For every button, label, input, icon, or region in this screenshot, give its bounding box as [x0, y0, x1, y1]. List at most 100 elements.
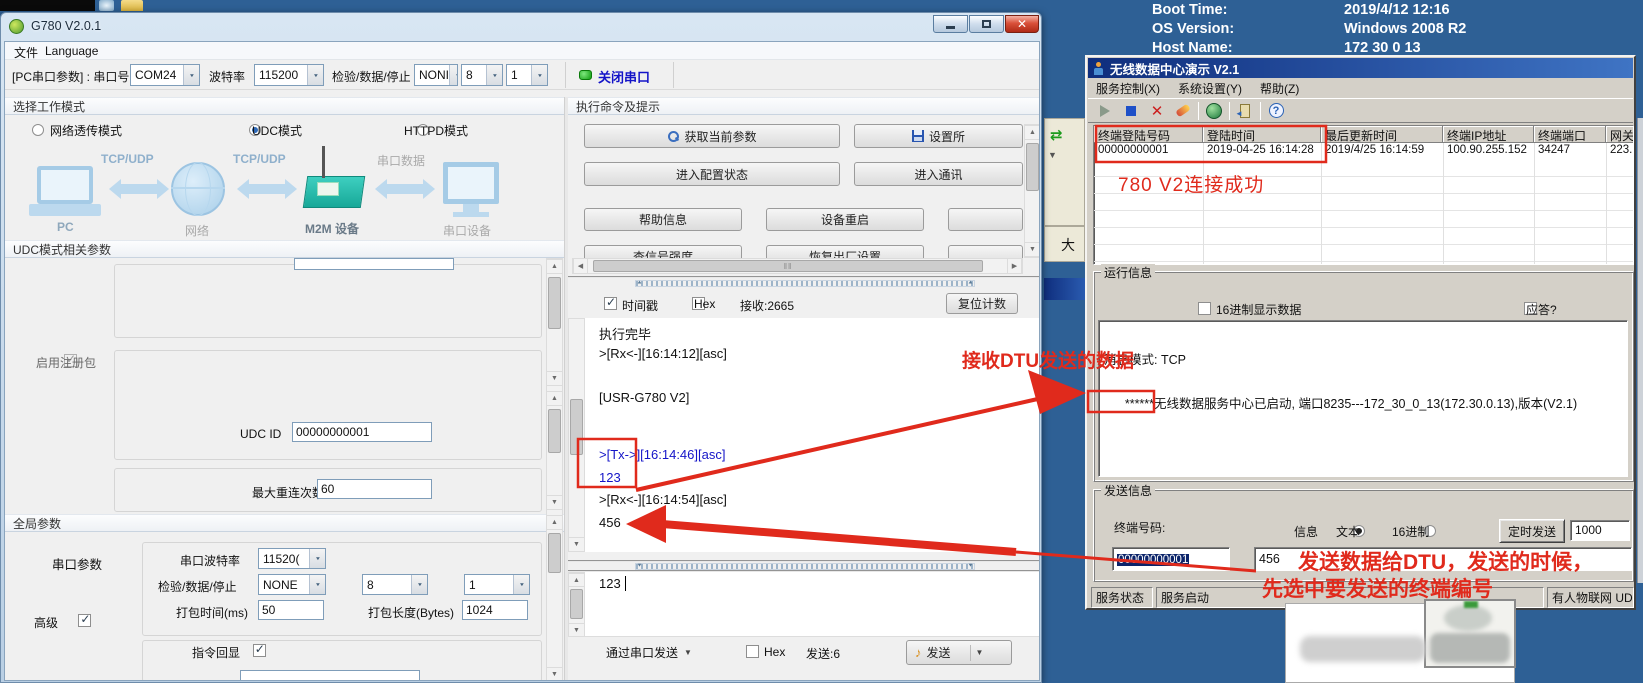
exit-button[interactable]: ◄ — [1234, 100, 1256, 122]
baud-combo[interactable]: 115200 — [254, 64, 324, 86]
interval-input[interactable]: 1000 — [1570, 520, 1630, 541]
stop-service-button[interactable] — [1120, 100, 1142, 122]
recycle-bin-icon[interactable] — [99, 0, 114, 11]
chevron-down-icon[interactable] — [309, 549, 325, 568]
scroll-up-icon[interactable] — [568, 573, 585, 587]
g-databits-combo[interactable]: 8 — [362, 574, 428, 595]
scroll-down-icon[interactable] — [568, 537, 585, 552]
parity-combo[interactable]: NONI — [414, 64, 458, 86]
scroll-down-icon[interactable] — [568, 623, 585, 637]
chevron-down-icon[interactable]: ▼ — [1048, 150, 1057, 160]
menu-service-control[interactable]: 服务控制(X) — [1096, 80, 1160, 97]
timed-send-button[interactable]: 定时发送 — [1499, 519, 1565, 543]
pack-len-input[interactable]: 1024 — [462, 600, 528, 620]
scrollbar-thumb[interactable] — [548, 277, 561, 329]
port-combo[interactable]: COM24 — [130, 64, 200, 86]
chevron-down-icon[interactable]: ▼ — [976, 648, 984, 657]
log-scrollbar[interactable] — [568, 318, 585, 552]
chevron-down-icon[interactable] — [513, 575, 529, 594]
udc-id-input[interactable]: 00000000001 — [292, 422, 432, 442]
col-header-ip[interactable]: 终端IP地址 — [1443, 126, 1534, 143]
clear-button[interactable] — [1172, 100, 1194, 122]
scroll-right-icon[interactable] — [1007, 258, 1022, 274]
scroll-down-icon[interactable] — [546, 667, 563, 681]
chevron-down-icon[interactable] — [183, 65, 199, 85]
splitter-handle[interactable]: ▲▲ — [635, 280, 975, 287]
send-hex-checkbox[interactable] — [746, 645, 759, 658]
col-header-login-id[interactable]: 终端登陆号码 — [1094, 126, 1203, 143]
close-button[interactable]: ✕ — [1005, 15, 1039, 33]
udc-truncated-input[interactable] — [294, 258, 454, 270]
scrollbar-thumb[interactable] — [570, 399, 583, 455]
scroll-down-icon[interactable] — [546, 371, 563, 386]
splitter-handle[interactable]: ▼▼ — [635, 563, 975, 570]
radio-httpd-label[interactable]: HTTPD模式 — [404, 122, 468, 139]
run-info-log[interactable]: 消息模式: TCP ******无线数据服务中心已启动, 端口8235---17… — [1098, 320, 1628, 477]
scroll-up-icon[interactable] — [546, 391, 563, 406]
exec-vscrollbar[interactable] — [1024, 124, 1040, 258]
scroll-down-icon[interactable] — [1024, 242, 1040, 257]
maximize-button[interactable] — [969, 15, 1004, 33]
scrollbar-thumb[interactable] — [1026, 143, 1039, 191]
truncated-bottom-input[interactable] — [240, 670, 420, 681]
pack-time-input[interactable]: 50 — [258, 600, 324, 620]
scroll-up-icon[interactable] — [1024, 125, 1040, 140]
enter-config-button[interactable]: 进入配置状态 — [584, 162, 840, 186]
scrollbar-thumb[interactable]: ‖‖ — [593, 260, 983, 272]
g-stopbits-combo[interactable]: 1 — [464, 574, 530, 595]
scrollbar-thumb[interactable] — [548, 409, 561, 453]
cut-button[interactable] — [948, 208, 1023, 231]
sync-icon[interactable]: ⇄ — [1050, 126, 1074, 146]
help-info-button[interactable]: 帮助信息 — [584, 208, 742, 231]
menu-language[interactable]: Language — [45, 44, 98, 58]
chevron-down-icon[interactable] — [309, 575, 325, 594]
g-baud-combo[interactable]: 11520( — [258, 548, 326, 569]
help-button[interactable]: ? — [1265, 100, 1287, 122]
params-scrollbar[interactable] — [546, 258, 563, 681]
menu-system-settings[interactable]: 系统设置(Y) — [1178, 80, 1242, 97]
databits-combo[interactable]: 8 — [461, 64, 503, 86]
start-service-button[interactable] — [1094, 100, 1116, 122]
g-parity-combo[interactable]: NONE — [258, 574, 326, 595]
splitter-top[interactable]: ▲▲ — [568, 276, 1040, 288]
advanced-checkbox[interactable] — [78, 614, 91, 627]
menu-help[interactable]: 帮助(Z) — [1260, 80, 1299, 97]
send-input-area[interactable]: 123 — [585, 572, 1040, 636]
exec-hscrollbar[interactable]: ‖‖ — [572, 258, 1023, 274]
timestamp-checkbox[interactable] — [604, 297, 617, 310]
network-button[interactable] — [1203, 100, 1225, 122]
send-scrollbar[interactable] — [568, 572, 585, 636]
chevron-down-icon[interactable] — [307, 65, 323, 85]
chevron-down-icon[interactable] — [411, 575, 427, 594]
hex-display-checkbox[interactable] — [1198, 302, 1211, 315]
scroll-up-icon[interactable] — [546, 515, 563, 530]
g780-titlebar[interactable]: G780 V2.0.1 ✕ — [1, 13, 1041, 41]
close-port-button[interactable]: 关闭串口 — [598, 67, 650, 86]
enter-comm-button[interactable]: 进入通讯 — [854, 162, 1023, 186]
send-button[interactable]: ♪ 发送 ▼ — [906, 640, 1012, 665]
chevron-down-icon[interactable] — [486, 65, 502, 85]
scroll-up-icon[interactable] — [546, 259, 563, 274]
scroll-left-icon[interactable] — [573, 258, 588, 274]
datacenter-titlebar[interactable]: 无线数据中心演示 V2.1 — [1088, 58, 1633, 78]
reset-counter-button[interactable]: 复位计数 — [946, 293, 1018, 314]
splitter-bottom[interactable]: ▼▼ — [568, 560, 1040, 572]
set-params-button[interactable]: 设置所 — [854, 124, 1023, 148]
max-reconnect-input[interactable]: 60 — [317, 479, 432, 499]
radio-transparent-label[interactable]: 网络透传模式 — [50, 122, 122, 139]
menu-file[interactable]: 文件 — [14, 44, 38, 61]
table-row[interactable]: 00000000001 2019-04-25 16:14:28 2019/4/2… — [1094, 143, 1633, 160]
radio-udc-label[interactable]: UDC模式 — [252, 122, 302, 139]
stopbits-combo[interactable]: 1 — [506, 64, 548, 86]
delete-button[interactable]: ✕ — [1146, 100, 1168, 122]
col-header-port[interactable]: 终端端口 — [1534, 126, 1606, 143]
chevron-down-icon[interactable] — [531, 65, 547, 85]
send-via-serial-button[interactable]: 通过串口发送▼ — [606, 644, 692, 661]
chevron-down-icon[interactable] — [449, 65, 458, 85]
device-restart-button[interactable]: 设备重启 — [766, 208, 924, 231]
col-header-gateway[interactable]: 网关I — [1606, 126, 1634, 143]
minimize-button[interactable] — [933, 15, 968, 33]
scrollbar-thumb[interactable] — [548, 533, 561, 573]
scrollbar-thumb[interactable] — [570, 589, 583, 619]
cmd-echo-checkbox[interactable] — [253, 644, 266, 657]
